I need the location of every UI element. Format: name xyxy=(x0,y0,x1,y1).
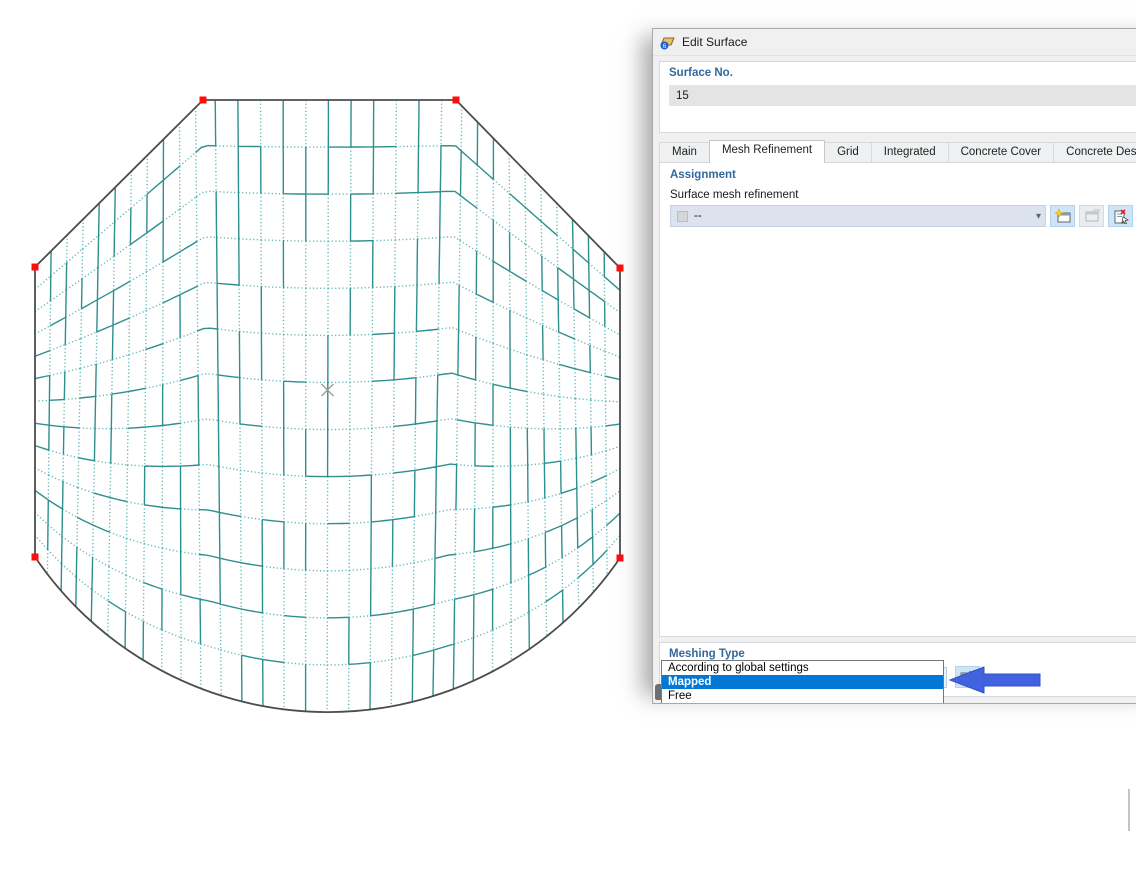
assignment-section-label: Assignment xyxy=(670,169,1136,181)
dialog-title: Edit Surface xyxy=(682,35,747,49)
dropdown-option-free[interactable]: Free xyxy=(662,689,943,703)
surface-mesh-refinement-value: -- xyxy=(694,210,702,222)
surface-no-group: Surface No. xyxy=(659,61,1136,133)
corner-node[interactable] xyxy=(617,555,624,562)
surface-mesh-refinement-label: Surface mesh refinement xyxy=(670,189,1136,201)
svg-text:6: 6 xyxy=(663,43,667,50)
dialog-titlebar[interactable]: 6 Edit Surface xyxy=(653,29,1136,56)
tab-mesh-refinement[interactable]: Mesh Refinement xyxy=(709,140,825,163)
corner-node[interactable] xyxy=(32,264,39,271)
meshing-type-dropdown-list: According to global settingsMappedFree xyxy=(661,660,944,704)
surface-no-input[interactable] xyxy=(669,85,1136,106)
corner-node[interactable] xyxy=(453,97,460,104)
new-window-star-icon xyxy=(1055,209,1071,223)
dropdown-option-according-to-global-settings[interactable]: According to global settings xyxy=(662,661,943,675)
edit-surface-dialog: 6 Edit Surface Surface No. MainMesh Refi… xyxy=(652,28,1136,704)
surface-mesh-graphic xyxy=(0,0,660,760)
mesh-refinement-tab-panel: Assignment Surface mesh refinement -- ▾ xyxy=(659,162,1136,637)
delete-mesh-refinement-button[interactable] xyxy=(1108,205,1133,227)
tab-integrated[interactable]: Integrated xyxy=(871,142,949,163)
surface-mesh-refinement-row: -- ▾ xyxy=(670,205,1136,227)
tab-concrete-cover[interactable]: Concrete Cover xyxy=(948,142,1055,163)
tab-concrete-design-properties[interactable]: Concrete Design Properties xyxy=(1053,142,1136,163)
corner-node[interactable] xyxy=(32,554,39,561)
dialog-tabstrip: MainMesh RefinementGridIntegratedConcret… xyxy=(659,141,1136,163)
edit-mesh-refinement-button[interactable] xyxy=(1079,205,1104,227)
dropdown-option-mapped[interactable]: Mapped xyxy=(662,675,943,689)
delete-red-x-icon xyxy=(1113,209,1129,224)
surface-mesh-refinement-combobox[interactable]: -- ▾ xyxy=(670,205,1046,227)
surface-no-label: Surface No. xyxy=(669,67,1136,79)
new-mesh-refinement-button[interactable] xyxy=(1050,205,1075,227)
tab-main[interactable]: Main xyxy=(659,142,710,163)
callout-arrow-icon xyxy=(948,662,1043,698)
chevron-down-icon: ▾ xyxy=(1036,211,1041,222)
edit-window-icon xyxy=(1084,209,1100,223)
tab-grid[interactable]: Grid xyxy=(824,142,872,163)
meshing-type-label: Meshing Type xyxy=(669,648,1136,660)
color-swatch xyxy=(677,211,688,222)
corner-node[interactable] xyxy=(200,97,207,104)
corner-node[interactable] xyxy=(617,265,624,272)
surface-icon: 6 xyxy=(660,35,676,50)
model-viewport[interactable] xyxy=(0,0,660,760)
window-edge-artifact xyxy=(1128,789,1130,831)
